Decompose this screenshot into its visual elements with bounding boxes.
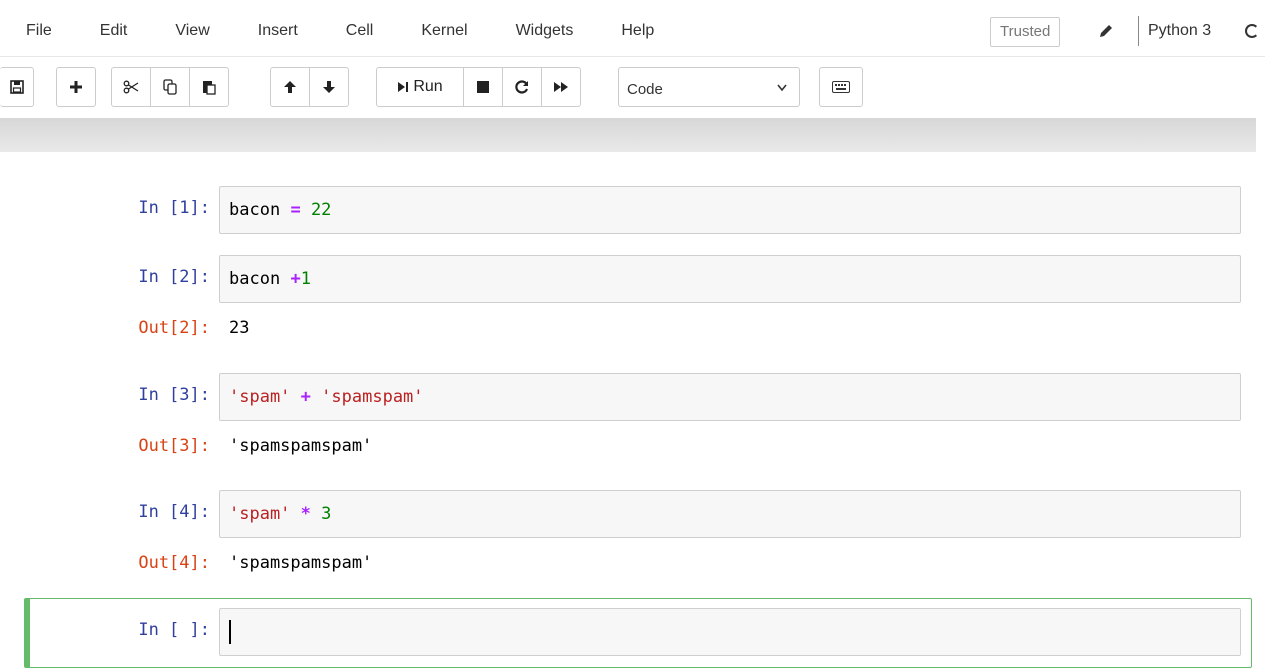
code-token-sp xyxy=(280,200,290,220)
run-icon xyxy=(398,82,409,92)
menu-items: File Edit View Insert Cell Kernel Widget… xyxy=(0,8,678,54)
in-prompt: In [4]: xyxy=(138,502,210,522)
cell-output: 23 xyxy=(229,318,250,338)
paste-button[interactable] xyxy=(189,67,229,107)
run-label: Run xyxy=(413,78,443,95)
menu-file[interactable]: File xyxy=(0,8,76,54)
kernel-name[interactable]: Python 3 xyxy=(1148,8,1211,54)
plus-icon xyxy=(70,81,82,93)
cell-input[interactable]: bacon = 22 xyxy=(219,186,1241,234)
code-token-var: bacon xyxy=(229,269,281,289)
code-token-op: + xyxy=(290,269,301,289)
trusted-button[interactable]: Trusted xyxy=(990,17,1061,47)
keyboard-icon xyxy=(832,81,850,93)
out-prompt: Out[4]: xyxy=(138,553,210,573)
out-prompt: Out[2]: xyxy=(138,318,210,338)
menu-insert[interactable]: Insert xyxy=(234,8,322,54)
code-token-op: * xyxy=(300,504,311,524)
out-prompt: Out[3]: xyxy=(138,436,210,456)
cut-icon xyxy=(123,80,139,94)
paste-icon xyxy=(203,81,216,95)
insert-group xyxy=(56,67,96,107)
copy-button[interactable] xyxy=(150,67,190,107)
code-token-sp xyxy=(290,387,300,407)
fast-forward-icon xyxy=(554,82,568,92)
code-token-op: = xyxy=(290,200,301,220)
restart-icon xyxy=(515,80,529,94)
in-prompt: In [ ]: xyxy=(138,620,210,640)
chevron-down-icon xyxy=(777,84,787,92)
run-all-button[interactable] xyxy=(541,67,581,107)
in-prompt: In [2]: xyxy=(138,267,210,287)
menu-help[interactable]: Help xyxy=(597,8,678,54)
menu-cell[interactable]: Cell xyxy=(322,8,398,54)
insert-cell-button[interactable] xyxy=(56,67,96,107)
command-palette-button[interactable] xyxy=(819,67,863,107)
in-prompt: In [1]: xyxy=(138,198,210,218)
save-group xyxy=(0,67,34,107)
notebook-header-divider xyxy=(0,118,1256,152)
kernel-status-icon xyxy=(1245,24,1259,38)
cell-input[interactable] xyxy=(219,608,1241,656)
cell-output: 'spamspamspam' xyxy=(229,436,373,456)
code-token-str: 'spamspam' xyxy=(321,387,424,407)
menubar: File Edit View Insert Cell Kernel Widget… xyxy=(0,8,1265,57)
menu-widgets[interactable]: Widgets xyxy=(492,8,598,54)
arrow-down-icon xyxy=(323,81,335,93)
code-token-num: 22 xyxy=(310,200,332,220)
cell-input[interactable]: bacon +1 xyxy=(219,255,1241,303)
cell-input[interactable]: 'spam' * 3 xyxy=(219,490,1241,538)
code-token-sp xyxy=(280,269,290,289)
save-button[interactable] xyxy=(0,67,34,107)
stop-icon xyxy=(477,81,489,93)
code-token-var: bacon xyxy=(229,200,281,220)
save-icon xyxy=(9,80,24,94)
move-group xyxy=(270,67,349,107)
menu-view[interactable]: View xyxy=(151,8,233,54)
run-group: Run xyxy=(376,67,581,107)
palette-group xyxy=(819,67,863,107)
toolbar: Run Code xyxy=(0,67,1265,111)
code-token-num: 3 xyxy=(321,504,332,524)
menu-edit[interactable]: Edit xyxy=(76,8,152,54)
code-token-sp xyxy=(301,200,311,220)
code-token-num: 1 xyxy=(300,269,311,289)
edit-group xyxy=(111,67,229,107)
code-token-str: 'spam' xyxy=(229,504,291,524)
text-cursor xyxy=(229,620,231,644)
code-token-op: + xyxy=(300,387,311,407)
code-token-sp xyxy=(311,504,321,524)
arrow-up-icon xyxy=(284,81,296,93)
pencil-icon[interactable] xyxy=(1098,23,1114,39)
copy-icon xyxy=(163,79,177,95)
menu-kernel[interactable]: Kernel xyxy=(397,8,491,54)
kernel-separator xyxy=(1138,16,1139,46)
cell-type-select[interactable]: Code xyxy=(618,67,800,107)
cell-input[interactable]: 'spam' + 'spamspam' xyxy=(219,373,1241,421)
move-up-button[interactable] xyxy=(270,67,310,107)
cell-type-value: Code xyxy=(627,81,663,98)
restart-button[interactable] xyxy=(502,67,542,107)
code-token-sp xyxy=(311,387,321,407)
interrupt-button[interactable] xyxy=(463,67,503,107)
move-down-button[interactable] xyxy=(309,67,349,107)
cell-output: 'spamspamspam' xyxy=(229,553,373,573)
cut-button[interactable] xyxy=(111,67,151,107)
code-token-str: 'spam' xyxy=(229,387,291,407)
code-token-sp xyxy=(290,504,300,524)
run-button[interactable]: Run xyxy=(376,67,464,107)
in-prompt: In [3]: xyxy=(138,385,210,405)
